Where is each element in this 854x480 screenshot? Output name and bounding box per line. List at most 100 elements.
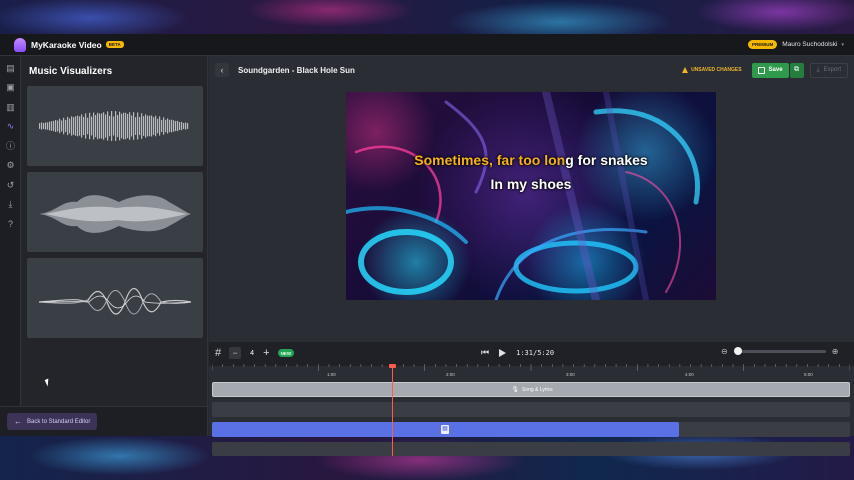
skip-back-icon[interactable]: ⏮ <box>481 347 489 358</box>
grid-icon[interactable]: # <box>215 347 221 359</box>
visualizer-clip[interactable]: ▦ <box>212 422 679 437</box>
chevron-down-icon[interactable]: ▾ <box>841 42 844 48</box>
waveform-bar <box>171 119 173 133</box>
lyric-sung-text: Sometimes, far too lon <box>414 152 566 168</box>
waveform-bar <box>57 120 59 132</box>
save-button[interactable]: Save <box>751 62 789 78</box>
waveform-bar <box>59 118 61 134</box>
waveform-bar <box>63 117 65 135</box>
waveform-bar <box>93 112 95 140</box>
waveform-bar <box>145 114 147 138</box>
waveform-bar <box>81 114 83 138</box>
gear-icon[interactable]: ⚙ <box>5 160 16 171</box>
total-time: 5:20 <box>537 348 555 357</box>
export-label: Export <box>823 67 841 73</box>
waveform-bar <box>97 112 99 140</box>
track-label-text: Song & Lyrics <box>521 387 553 393</box>
sine-lines-visualizer[interactable] <box>27 258 203 338</box>
decrement-button[interactable]: − <box>229 347 242 359</box>
waveform-bar <box>105 114 107 138</box>
waveform-bar <box>183 123 185 129</box>
waveform-bar <box>103 112 105 140</box>
info-icon[interactable]: ⓘ <box>5 141 16 152</box>
user-menu[interactable]: PREMIUM Mauro Suchodolski ▾ <box>747 40 844 49</box>
waveform-bar <box>45 122 47 130</box>
beta-badge: BETA <box>105 41 124 48</box>
song-title: Soundgarden - Black Hole Sun <box>238 65 355 75</box>
waveform-bar <box>51 121 53 131</box>
zoom-out-icon[interactable]: ⊖ <box>721 347 728 356</box>
play-icon[interactable] <box>499 348 507 357</box>
waveform-bar <box>153 117 155 135</box>
export-button[interactable]: ⤓ Export <box>809 62 848 78</box>
waveform-icon[interactable]: ∿ <box>5 121 16 132</box>
waveform-bar <box>95 114 97 138</box>
waveform-bar <box>55 119 57 133</box>
waveform-bar <box>107 111 109 141</box>
history-icon[interactable]: ↺ <box>5 180 16 191</box>
waveform-bar <box>167 118 169 134</box>
waveform-bar <box>85 113 87 139</box>
microphone-icon: 🎙 <box>511 387 519 393</box>
playhead-handle[interactable] <box>389 364 396 368</box>
help-icon[interactable]: ? <box>5 219 16 230</box>
waveform-bar <box>115 111 117 141</box>
waveform-bar <box>61 120 63 132</box>
text-icon[interactable]: ▤ <box>5 63 16 74</box>
video-preview[interactable]: Sometimes, far too long for snakes In my… <box>346 92 716 300</box>
waveform-bar <box>181 121 183 131</box>
waveform-bar <box>99 113 101 139</box>
waveform-bar <box>39 123 41 129</box>
image-icon[interactable]: ▣ <box>5 82 16 93</box>
waveform-bar <box>125 112 127 140</box>
warning-icon <box>682 67 689 73</box>
waveform-bar <box>141 113 143 139</box>
app-header: MyKaraoke Video BETA PREMIUM Mauro Sucho… <box>0 34 854 56</box>
waveform-bar <box>91 116 93 136</box>
waveform-bar <box>113 116 115 136</box>
download-icon[interactable]: ⤓ <box>5 199 16 210</box>
waveform-bar <box>157 118 159 134</box>
timeline-ruler[interactable]: 1:00 2:00 3:00 4:00 5:00 <box>211 364 851 378</box>
song-lyrics-track[interactable]: 🎙 Song & Lyrics <box>212 382 850 397</box>
snap-controls: # − 4 + NEW <box>215 347 295 359</box>
waveform-bar <box>111 111 113 141</box>
waveform-bar <box>119 111 121 141</box>
ruler-label: 1:00 <box>327 372 336 377</box>
waveform-bar <box>187 123 189 129</box>
timeline-track[interactable]: ▦ <box>212 422 850 437</box>
book-icon[interactable]: ▥ <box>5 102 16 113</box>
save-label: Save <box>768 67 783 73</box>
mirrored-wave-visualizer[interactable] <box>27 172 203 252</box>
zoom-slider-handle[interactable] <box>733 347 742 355</box>
transport-bar: # − 4 + NEW ⏮ 1:31 / 5:20 ⊖ ⊕ <box>209 342 854 366</box>
zoom-in-icon[interactable]: ⊕ <box>832 347 839 356</box>
back-to-standard-editor-button[interactable]: ← Back to Standard Editor <box>7 413 98 430</box>
waveform-bar <box>101 113 103 139</box>
lyric-unsung-text: g for snakes <box>565 152 648 168</box>
playhead[interactable] <box>389 364 396 456</box>
waveform-bar <box>41 122 43 130</box>
waveform-bars-visualizer[interactable] <box>27 86 203 166</box>
waveform-bar <box>75 116 77 136</box>
waveform-bar <box>87 117 89 135</box>
premium-badge: PREMIUM <box>747 40 778 49</box>
chevron-left-icon[interactable]: ‹ <box>215 63 229 77</box>
save-icon <box>757 66 765 74</box>
waveform-bar <box>83 116 85 136</box>
lyric-line-2: In my shoes <box>490 176 572 192</box>
save-options-button[interactable]: ⧉ <box>789 62 804 78</box>
waveform-bar <box>179 122 181 130</box>
timeline-track[interactable] <box>212 442 850 456</box>
timeline-track[interactable] <box>212 402 850 417</box>
waveform-bar <box>163 117 165 135</box>
zoom-slider[interactable] <box>733 347 826 355</box>
increment-button[interactable]: + <box>263 347 269 359</box>
waveform-bar <box>177 120 179 132</box>
waveform-bar <box>147 115 149 137</box>
waveform-bar <box>121 113 123 139</box>
waveform-bars-preview <box>39 111 189 141</box>
waveform-bar <box>53 120 55 132</box>
user-name[interactable]: Mauro Suchodolski <box>782 41 837 48</box>
unsaved-changes-indicator: UNSAVED CHANGES <box>682 67 742 73</box>
